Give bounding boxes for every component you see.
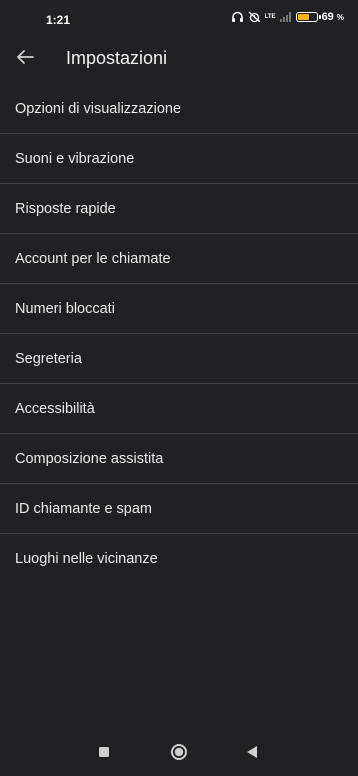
- settings-item-label: Opzioni di visualizzazione: [15, 100, 182, 117]
- alarm-off-icon: [248, 11, 261, 23]
- settings-item-sounds-vibration[interactable]: Suoni e vibrazione: [0, 134, 358, 184]
- recents-button[interactable]: [92, 742, 116, 766]
- settings-item-display-options[interactable]: Opzioni di visualizzazione: [0, 84, 358, 134]
- settings-item-label: Account per le chiamate: [15, 250, 171, 267]
- settings-item-quick-responses[interactable]: Risposte rapide: [0, 184, 358, 234]
- battery-fill: [297, 14, 310, 20]
- app-bar: Impostazioni: [0, 40, 358, 78]
- settings-item-label: Risposte rapide: [15, 200, 116, 217]
- settings-item-label: Suoni e vibrazione: [15, 150, 135, 167]
- network-type-label: LTE: [264, 14, 276, 20]
- system-back-button[interactable]: [240, 742, 264, 766]
- battery-icon: [295, 12, 321, 22]
- settings-item-label: Composizione assistita: [15, 450, 164, 467]
- settings-item-label: Luoghi nelle vicinanze: [15, 550, 158, 567]
- page-title: Impostazioni: [66, 48, 168, 68]
- status-icons: LTE 69 %: [231, 11, 344, 23]
- settings-item-label: ID chiamante e spam: [15, 500, 153, 517]
- back-button[interactable]: [12, 46, 38, 72]
- settings-list: Opzioni di visualizzazione Suoni e vibra…: [0, 84, 358, 583]
- settings-item-voicemail[interactable]: Segreteria: [0, 334, 358, 384]
- settings-item-assisted-dialing[interactable]: Composizione assistita: [0, 434, 358, 484]
- settings-item-accessibility[interactable]: Accessibilità: [0, 384, 358, 434]
- battery-percent: 69 %: [321, 11, 344, 23]
- settings-item-label: Numeri bloccati: [15, 300, 115, 317]
- settings-item-caller-id-spam[interactable]: ID chiamante e spam: [0, 484, 358, 534]
- square-icon: [98, 745, 110, 763]
- settings-item-calling-accounts[interactable]: Account per le chiamate: [0, 234, 358, 284]
- settings-item-label: Segreteria: [15, 350, 82, 367]
- circle-icon: [170, 743, 188, 766]
- settings-item-label: Accessibilità: [15, 400, 95, 417]
- navigation-bar: [0, 732, 358, 776]
- home-button[interactable]: [167, 742, 191, 766]
- arrow-back-icon: [16, 49, 34, 70]
- settings-item-blocked-numbers[interactable]: Numeri bloccati: [0, 284, 358, 334]
- signal-icon: [279, 12, 292, 22]
- headphones-icon: [231, 11, 244, 23]
- status-bar: 1:21 LTE 69 %: [0, 0, 358, 40]
- settings-item-nearby-places[interactable]: Luoghi nelle vicinanze: [0, 534, 358, 583]
- triangle-back-icon: [246, 745, 258, 764]
- status-time: 1:21: [46, 13, 71, 27]
